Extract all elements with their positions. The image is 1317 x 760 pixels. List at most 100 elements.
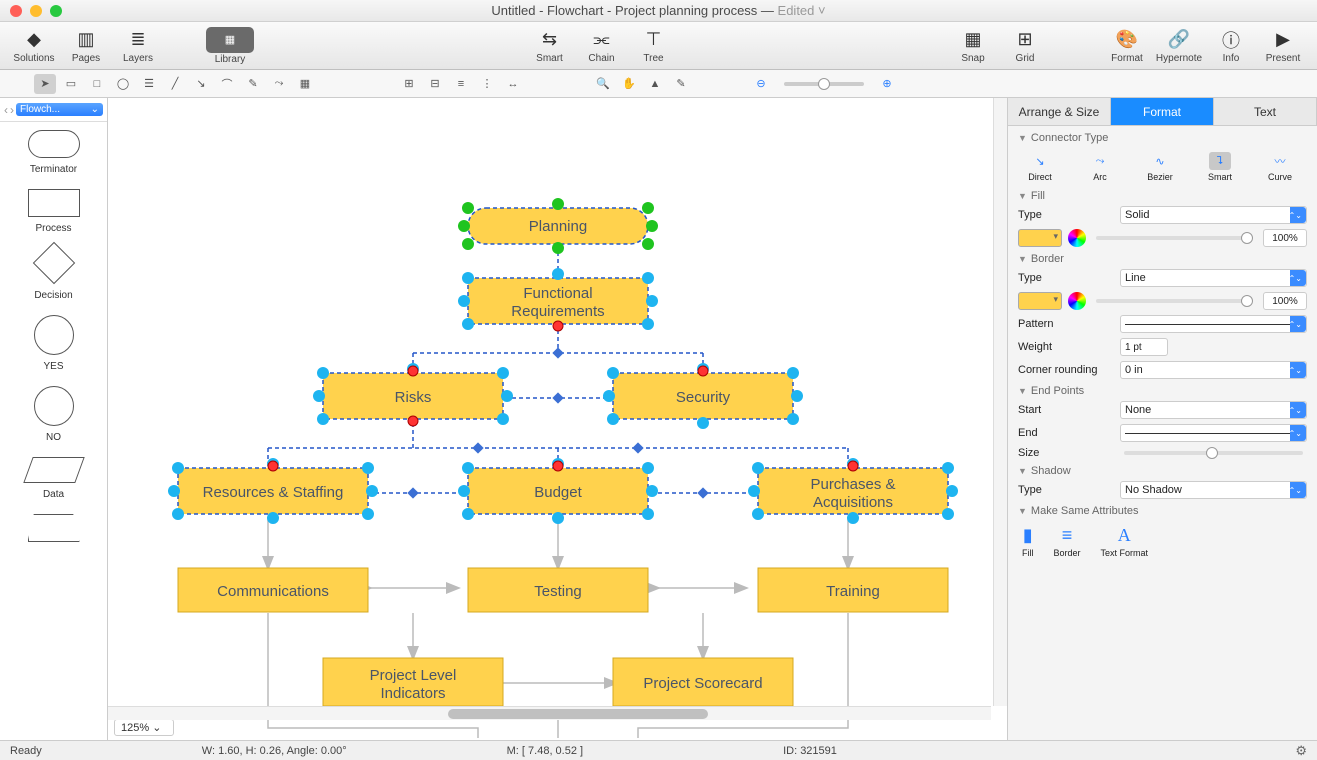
arrow-tool[interactable]: ↘ <box>190 74 212 94</box>
endpoint-size-slider[interactable] <box>1124 451 1303 455</box>
ungroup-tool[interactable]: ⊟ <box>424 74 446 94</box>
shape-yes[interactable]: YES <box>0 315 107 372</box>
ellipse-tool[interactable]: ◯ <box>112 74 134 94</box>
zoom-window-button[interactable] <box>50 5 62 17</box>
layers-button[interactable]: ≣Layers <box>112 24 164 68</box>
main-toolbar: ◆Solutions ▥Pages ≣Layers ▦Library ⇆Smar… <box>0 22 1317 70</box>
hypernote-button[interactable]: 🔗Hypernote <box>1153 24 1205 68</box>
stamp-tool[interactable]: ▲ <box>644 74 666 94</box>
fill-opacity-slider[interactable] <box>1096 236 1253 240</box>
zoom-in-button[interactable]: ⊕ <box>876 74 898 94</box>
minimize-window-button[interactable] <box>30 5 42 17</box>
svg-text:Budget: Budget <box>534 484 582 501</box>
svg-text:Acquisitions: Acquisitions <box>813 494 893 511</box>
border-type-select[interactable]: Line⌃⌄ <box>1120 269 1307 287</box>
svg-text:Project Scorecard: Project Scorecard <box>643 675 762 692</box>
svg-text:Resources & Staffing: Resources & Staffing <box>203 484 344 501</box>
zoom-select[interactable]: 125% ⌄ <box>114 719 174 736</box>
info-button[interactable]: ⓘInfo <box>1205 24 1257 68</box>
solutions-button[interactable]: ◆Solutions <box>8 24 60 68</box>
library-button[interactable]: ▦Library <box>204 24 256 68</box>
fill-color-wheel[interactable] <box>1068 229 1086 247</box>
pen-tool[interactable]: ✎ <box>242 74 264 94</box>
flip-tool[interactable]: ↔ <box>502 74 524 94</box>
present-button[interactable]: ▶Present <box>1257 24 1309 68</box>
arc-tool[interactable]: ⌒ <box>216 74 238 94</box>
border-weight-stepper[interactable]: 1 pt <box>1120 338 1168 356</box>
text-tool[interactable]: ☰ <box>138 74 160 94</box>
tab-arrange-size[interactable]: Arrange & Size <box>1008 98 1111 125</box>
canvas[interactable]: Planning Functional Requirements Risks S… <box>108 98 1007 740</box>
distribute-tool[interactable]: ⋮ <box>476 74 498 94</box>
endpoint-end-select[interactable]: ▶⌃⌄ <box>1120 424 1307 442</box>
titlebar: Untitled - Flowchart - Project planning … <box>0 0 1317 22</box>
fill-color-well[interactable] <box>1018 229 1062 247</box>
connector-tool[interactable]: ⤳ <box>268 74 290 94</box>
connector-bezier[interactable]: ∿Bezier <box>1142 152 1178 182</box>
svg-text:Indicators: Indicators <box>380 685 445 702</box>
zoom-tool[interactable]: 🔍 <box>592 74 614 94</box>
stencil-dropdown[interactable]: Flowch...⌄ <box>16 103 103 116</box>
select-tool[interactable]: ➤ <box>34 74 56 94</box>
h-scrollbar[interactable] <box>108 706 991 720</box>
svg-text:Risks: Risks <box>395 389 432 406</box>
border-opacity-slider[interactable] <box>1096 299 1253 303</box>
stencil-panel: ‹ › Flowch...⌄ Terminator Process Decisi… <box>0 98 108 740</box>
align-tool[interactable]: ≡ <box>450 74 472 94</box>
border-opacity-value[interactable]: 100% <box>1263 292 1307 310</box>
group-tool[interactable]: ⊞ <box>398 74 420 94</box>
eyedropper-tool[interactable]: ✎ <box>670 74 692 94</box>
stencil-forward-button[interactable]: › <box>10 103 14 117</box>
border-color-well[interactable] <box>1018 292 1062 310</box>
status-id: ID: 321591 <box>783 745 837 757</box>
status-gear-icon[interactable]: ⚙ <box>1295 743 1307 759</box>
pages-button[interactable]: ▥Pages <box>60 24 112 68</box>
make-same-border[interactable]: ≡Border <box>1054 525 1081 558</box>
shape-decision[interactable]: Decision <box>0 248 107 301</box>
close-window-button[interactable] <box>10 5 22 17</box>
tool-toolbar: ➤ ▭ □ ◯ ☰ ╱ ↘ ⌒ ✎ ⤳ ▦ ⊞ ⊟ ≡ ⋮ ↔ 🔍 ✋ ▲ ✎ … <box>0 70 1317 98</box>
fill-opacity-value[interactable]: 100% <box>1263 229 1307 247</box>
svg-text:Planning: Planning <box>529 218 587 235</box>
line-tool[interactable]: ╱ <box>164 74 186 94</box>
make-same-fill[interactable]: ▮Fill <box>1022 525 1034 558</box>
table-tool[interactable]: ▦ <box>294 74 316 94</box>
inspector-panel: Arrange & Size Format Text ▼Connector Ty… <box>1007 98 1317 740</box>
smart-connector-button[interactable]: ⇆Smart <box>524 24 576 68</box>
shape-trapezoid[interactable] <box>0 514 107 542</box>
zoom-out-button[interactable]: ⊖ <box>750 74 772 94</box>
border-color-wheel[interactable] <box>1068 292 1086 310</box>
zoom-slider[interactable] <box>784 82 864 86</box>
border-pattern-select[interactable]: ⌃⌄ <box>1120 315 1307 333</box>
shadow-type-select[interactable]: No Shadow⌃⌄ <box>1120 481 1307 499</box>
tree-connector-button[interactable]: ⊤Tree <box>628 24 680 68</box>
window-title: Untitled - Flowchart - Project planning … <box>0 3 1317 18</box>
corner-rounding-select[interactable]: 0 in⌃⌄ <box>1120 361 1307 379</box>
shape-process[interactable]: Process <box>0 189 107 234</box>
shape-terminator[interactable]: Terminator <box>0 130 107 175</box>
fill-type-select[interactable]: Solid⌃⌄ <box>1120 206 1307 224</box>
pan-tool[interactable]: ✋ <box>618 74 640 94</box>
tab-text[interactable]: Text <box>1214 98 1317 125</box>
grid-button[interactable]: ⊞Grid <box>999 24 1051 68</box>
stencil-back-button[interactable]: ‹ <box>4 103 8 117</box>
connector-curve[interactable]: 〰Curve <box>1262 152 1298 182</box>
marquee-tool[interactable]: ▭ <box>60 74 82 94</box>
svg-text:Testing: Testing <box>534 583 582 600</box>
connector-arc[interactable]: ⤳Arc <box>1082 152 1118 182</box>
shape-no[interactable]: NO <box>0 386 107 443</box>
tab-format[interactable]: Format <box>1111 98 1214 125</box>
svg-text:Communications: Communications <box>217 583 329 600</box>
connector-smart[interactable]: ⮧Smart <box>1202 152 1238 182</box>
svg-text:Training: Training <box>826 583 880 600</box>
snap-button[interactable]: ▦Snap <box>947 24 999 68</box>
format-panel-button[interactable]: 🎨Format <box>1101 24 1153 68</box>
make-same-text[interactable]: AText Format <box>1101 525 1149 558</box>
endpoint-start-select[interactable]: None⌃⌄ <box>1120 401 1307 419</box>
status-bar: Ready W: 1.60, H: 0.26, Angle: 0.00° M: … <box>0 740 1317 760</box>
chain-connector-button[interactable]: ⫘Chain <box>576 24 628 68</box>
rect-tool[interactable]: □ <box>86 74 108 94</box>
v-scrollbar[interactable] <box>993 98 1007 706</box>
connector-direct[interactable]: ↘Direct <box>1022 152 1058 182</box>
shape-data[interactable]: Data <box>0 457 107 500</box>
